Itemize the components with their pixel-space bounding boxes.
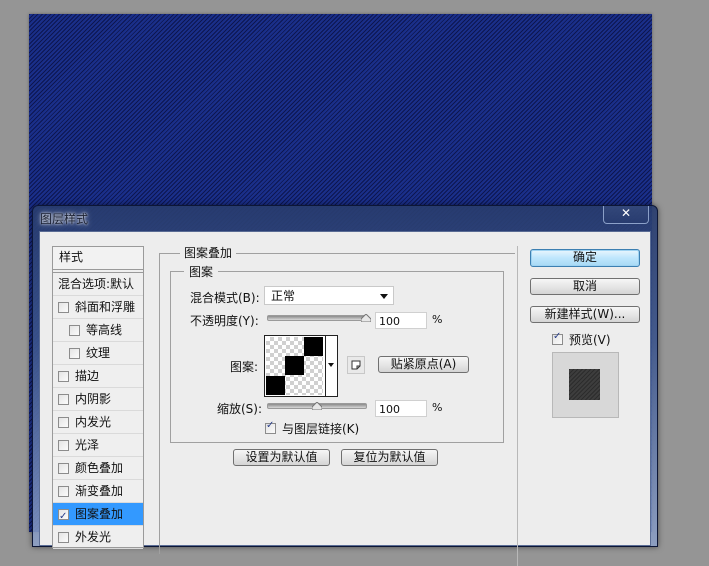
checkbox-icon[interactable] bbox=[58, 485, 69, 497]
link-with-layer-checkbox[interactable]: 与图层链接(K) bbox=[265, 420, 359, 437]
reset-default-button[interactable]: 复位为默认值 bbox=[341, 449, 438, 466]
checkbox-checked-icon bbox=[552, 331, 563, 345]
close-button[interactable]: ✕ bbox=[603, 206, 649, 224]
style-list-item-label: 内发光 bbox=[75, 415, 112, 429]
style-list-item[interactable]: 内阴影 bbox=[53, 388, 143, 411]
chevron-down-icon bbox=[328, 363, 334, 367]
checkbox-icon[interactable] bbox=[58, 416, 69, 428]
style-list-item[interactable]: 渐变叠加 bbox=[53, 480, 143, 503]
styles-list: 样式 混合选项:默认 斜面和浮雕等高线纹理描边内阴影内发光光泽颜色叠加渐变叠加图… bbox=[52, 246, 144, 549]
blend-options-label: 混合选项:默认 bbox=[58, 277, 135, 291]
style-preview-thumbnail bbox=[552, 352, 619, 418]
scale-slider[interactable] bbox=[267, 402, 367, 410]
scale-input[interactable]: 100 bbox=[375, 400, 427, 417]
style-list-item-label: 斜面和浮雕 bbox=[75, 300, 136, 314]
scale-label: 缩放(S): bbox=[217, 402, 263, 416]
style-list-item[interactable]: 描边 bbox=[53, 365, 143, 388]
new-preset-button[interactable] bbox=[347, 356, 365, 374]
style-list-item[interactable]: 外发光 bbox=[53, 526, 143, 549]
checkbox-icon[interactable] bbox=[69, 324, 80, 336]
link-with-layer-label: 与图层链接(K) bbox=[282, 422, 360, 436]
opacity-input[interactable]: 100 bbox=[375, 312, 427, 329]
checkbox-checked-icon[interactable] bbox=[58, 506, 69, 525]
cancel-button[interactable]: 取消 bbox=[530, 278, 640, 295]
style-list-item-label: 描边 bbox=[75, 369, 100, 383]
pattern-picker[interactable] bbox=[264, 335, 338, 397]
pattern-label: 图案: bbox=[230, 360, 259, 374]
style-list-item-label: 外发光 bbox=[75, 530, 112, 544]
style-list-item[interactable]: 纹理 bbox=[53, 342, 143, 365]
blend-options-item[interactable]: 混合选项:默认 bbox=[53, 272, 143, 296]
style-list-item[interactable]: 斜面和浮雕 bbox=[53, 296, 143, 319]
style-list-item-label: 颜色叠加 bbox=[75, 461, 124, 475]
style-list-item-label: 纹理 bbox=[86, 346, 111, 360]
checkbox-icon[interactable] bbox=[58, 370, 69, 382]
opacity-label: 不透明度(Y): bbox=[190, 314, 259, 328]
blend-mode-label: 混合模式(B): bbox=[190, 291, 260, 305]
checkbox-icon[interactable] bbox=[69, 347, 80, 359]
style-list-item[interactable]: 图案叠加 bbox=[53, 503, 143, 526]
opacity-percent-sign: % bbox=[432, 313, 443, 326]
panel-divider bbox=[517, 246, 518, 566]
style-list-item-label: 渐变叠加 bbox=[75, 484, 124, 498]
pattern-swatch bbox=[266, 337, 323, 395]
opacity-slider[interactable] bbox=[267, 314, 371, 322]
ok-button[interactable]: 确定 bbox=[530, 249, 640, 267]
checkbox-checked-icon bbox=[265, 420, 276, 434]
checkbox-icon[interactable] bbox=[58, 531, 69, 543]
styles-header[interactable]: 样式 bbox=[53, 247, 143, 270]
preview-swatch bbox=[569, 369, 600, 400]
pattern-subgroup-title: 图案 bbox=[184, 263, 219, 280]
dialog-titlebar[interactable]: 图层样式 ✕ bbox=[33, 206, 657, 232]
make-default-button[interactable]: 设置为默认值 bbox=[233, 449, 330, 466]
snap-to-origin-button[interactable]: 贴紧原点(A) bbox=[378, 356, 469, 373]
style-list-item[interactable]: 光泽 bbox=[53, 434, 143, 457]
new-style-button[interactable]: 新建样式(W)... bbox=[530, 306, 640, 323]
pattern-dropdown-button[interactable] bbox=[325, 336, 337, 396]
style-list-item[interactable]: 颜色叠加 bbox=[53, 457, 143, 480]
blend-mode-value: 正常 bbox=[271, 289, 296, 303]
new-preset-icon bbox=[351, 360, 361, 370]
style-list-item[interactable]: 等高线 bbox=[53, 319, 143, 342]
style-list-item-label: 光泽 bbox=[75, 438, 100, 452]
pattern-overlay-title: 图案叠加 bbox=[180, 244, 237, 261]
preview-checkbox[interactable]: 预览(V) bbox=[552, 331, 611, 348]
checkbox-icon[interactable] bbox=[58, 439, 69, 451]
layer-style-dialog: 图层样式 ✕ 样式 混合选项:默认 斜面和浮雕等高线纹理描边内阴影内发光光泽颜色… bbox=[32, 205, 658, 566]
dialog-client: 样式 混合选项:默认 斜面和浮雕等高线纹理描边内阴影内发光光泽颜色叠加渐变叠加图… bbox=[39, 231, 651, 566]
close-icon: ✕ bbox=[620, 206, 632, 220]
style-list-item-label: 图案叠加 bbox=[75, 507, 124, 521]
dialog-title: 图层样式 bbox=[40, 212, 89, 226]
opacity-slider-thumb[interactable] bbox=[361, 314, 371, 322]
blend-mode-select[interactable]: 正常 bbox=[264, 286, 394, 305]
style-list-item[interactable]: 内发光 bbox=[53, 411, 143, 434]
checkbox-icon[interactable] bbox=[58, 301, 69, 313]
chevron-down-icon bbox=[380, 294, 388, 299]
checkbox-icon[interactable] bbox=[58, 462, 69, 474]
scale-percent-sign: % bbox=[432, 401, 443, 414]
style-list-item-label: 等高线 bbox=[86, 323, 123, 337]
checkbox-icon[interactable] bbox=[58, 393, 69, 405]
style-list-item-label: 内阴影 bbox=[75, 392, 112, 406]
preview-label: 预览(V) bbox=[569, 333, 611, 347]
scale-slider-thumb[interactable] bbox=[312, 402, 322, 410]
